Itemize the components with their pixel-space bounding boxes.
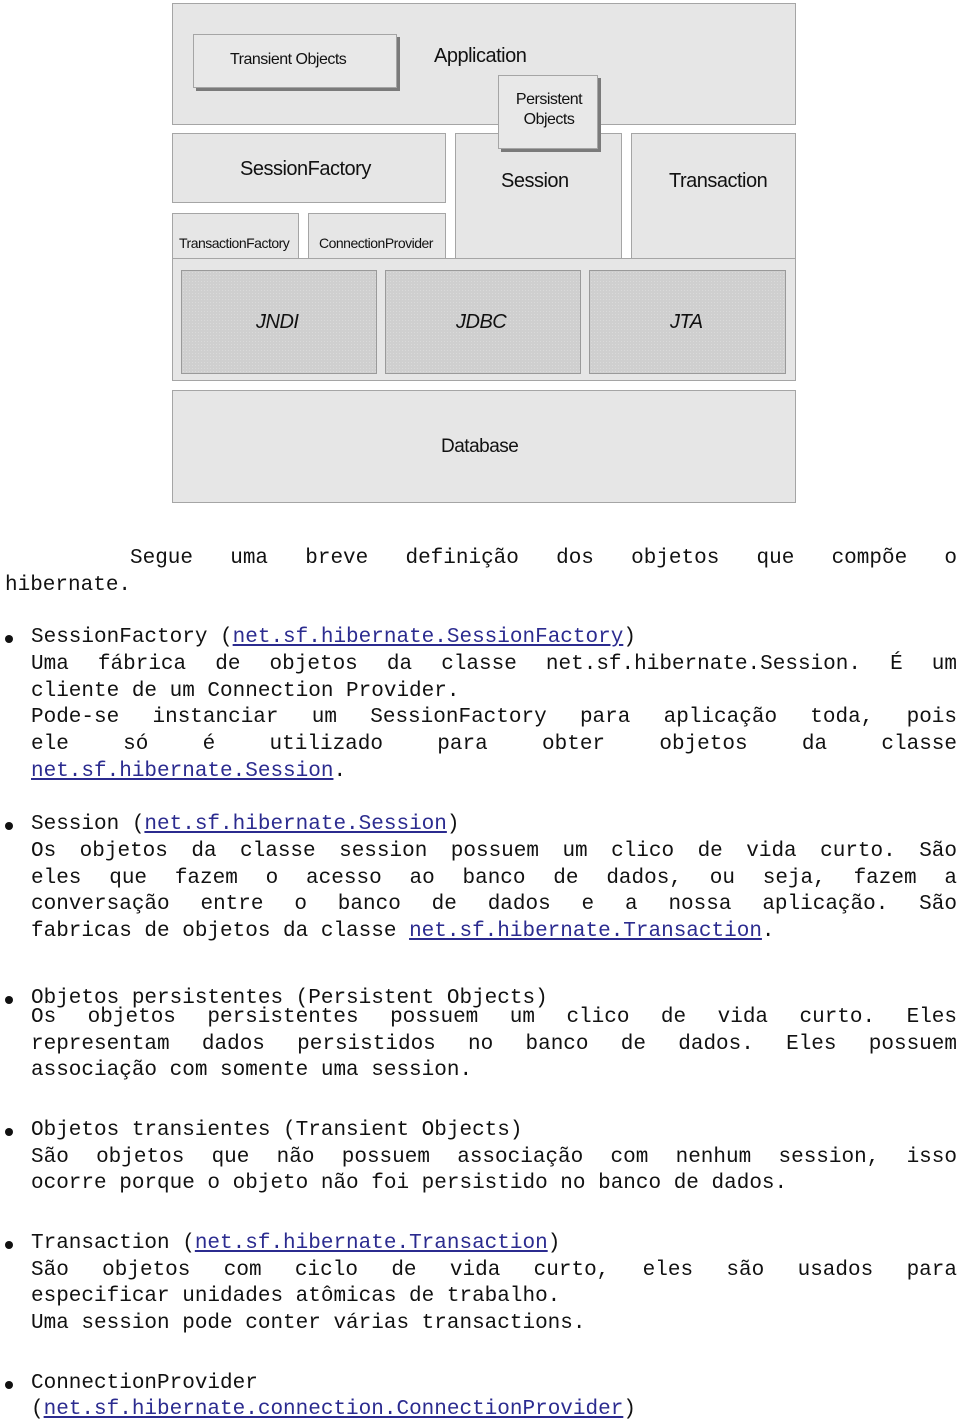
transaction-factory-label: TransactionFactory xyxy=(179,235,290,251)
database-box: Database xyxy=(172,390,796,503)
text-line: ocorre porque o objeto não foi persistid… xyxy=(31,1172,788,1195)
session-factory-box: SessionFactory xyxy=(172,133,446,203)
intro-paragraph-line-2: hibernate. xyxy=(5,574,132,597)
text-line: representam dados persistidos no banco d… xyxy=(31,1033,957,1056)
link-transaction[interactable]: net.sf.hibernate.Transaction xyxy=(195,1232,548,1255)
session-box: Session xyxy=(455,133,622,275)
bullet-icon xyxy=(5,1241,13,1249)
jdbc-box: JDBC xyxy=(385,270,581,374)
intro-paragraph-line-1: Segue uma breve definição dos objetos qu… xyxy=(130,547,957,570)
text-line: São objetos que não possuem associação c… xyxy=(31,1146,957,1169)
database-label: Database xyxy=(441,436,519,457)
text-line: Os objetos persistentes possuem um clico… xyxy=(31,1006,957,1029)
text-line: conversação entre o banco de dados e a n… xyxy=(31,893,957,916)
link-transaction[interactable]: net.sf.hibernate.Transaction xyxy=(409,920,762,943)
title-text: Transaction ( xyxy=(31,1232,195,1255)
persistent-objects-label-1: Persistent xyxy=(515,91,583,108)
hibernate-architecture-diagram: Application Transient Objects SessionFac… xyxy=(172,3,796,503)
jta-box: JTA xyxy=(589,270,786,374)
section-title-session-factory: SessionFactory (net.sf.hibernate.Session… xyxy=(31,625,957,651)
period: . xyxy=(333,760,347,783)
transaction-label: Transaction xyxy=(669,170,768,192)
title-end: ) xyxy=(547,1232,561,1255)
text-line: ele só é utilizado para obter objetos da… xyxy=(31,733,957,756)
title-text: Session ( xyxy=(31,813,145,836)
text-line: Pode-se instanciar um SessionFactory par… xyxy=(31,706,957,729)
paren-open: ( xyxy=(31,1398,44,1421)
link-session[interactable]: net.sf.hibernate.Session xyxy=(144,813,446,836)
period: . xyxy=(761,920,775,943)
text-line: Uma fábrica de objetos da classe net.sf.… xyxy=(31,653,957,676)
text-line: associação com somente uma session. xyxy=(31,1059,473,1082)
jndi-label: JNDI xyxy=(256,311,299,333)
link-session-factory[interactable]: net.sf.hibernate.SessionFactory xyxy=(233,626,624,649)
bullet-icon xyxy=(5,1381,13,1389)
session-label: Session xyxy=(501,170,569,192)
text: fabricas de objetos da classe xyxy=(31,920,410,943)
text-line: especificar unidades atômicas de trabalh… xyxy=(31,1285,561,1308)
bullet-icon xyxy=(5,822,13,830)
java-api-layer: JNDI JDBC JTA xyxy=(172,258,796,381)
section-title-connection-provider: ConnectionProvider xyxy=(31,1372,258,1395)
title-end: ) xyxy=(446,813,460,836)
persistent-objects-label-2: Objects xyxy=(523,111,575,128)
text-line: fabricas de objetos da classe net.sf.hib… xyxy=(31,919,957,945)
link-connection-provider[interactable]: net.sf.hibernate.connection.ConnectionPr… xyxy=(44,1398,624,1421)
transient-objects-box: Transient Objects xyxy=(193,34,397,88)
paren-close: ) xyxy=(623,1398,636,1421)
section-title-transient-objects: Objetos transientes (Transient Objects) xyxy=(31,1119,523,1142)
application-label: Application xyxy=(434,45,527,67)
bullet-icon xyxy=(5,1128,13,1136)
title-end: ) xyxy=(623,626,636,649)
text-line: cliente de um Connection Provider. xyxy=(31,680,460,703)
section-title-transaction: Transaction (net.sf.hibernate.Transactio… xyxy=(31,1231,957,1257)
jta-label: JTA xyxy=(670,311,703,333)
text-line: Os objetos da classe session possuem um … xyxy=(31,840,957,863)
text-line: eles que fazem o acesso ao banco de dado… xyxy=(31,867,957,890)
session-factory-label: SessionFactory xyxy=(240,158,371,180)
text-line: net.sf.hibernate.Session. xyxy=(31,759,957,785)
connection-provider-label: ConnectionProvider xyxy=(319,235,433,251)
link-session[interactable]: net.sf.hibernate.Session xyxy=(31,760,333,783)
jndi-box: JNDI xyxy=(181,270,377,374)
section-title-session: Session (net.sf.hibernate.Session) xyxy=(31,812,957,838)
text-line: (net.sf.hibernate.connection.ConnectionP… xyxy=(31,1397,957,1423)
jdbc-label: JDBC xyxy=(456,311,507,333)
transaction-box: Transaction xyxy=(631,133,796,275)
title-text: SessionFactory ( xyxy=(31,626,233,649)
text-line: Uma session pode conter várias transacti… xyxy=(31,1312,586,1335)
text-line: São objetos com ciclo de vida curto, ele… xyxy=(31,1259,957,1282)
bullet-icon xyxy=(5,635,13,643)
bullet-icon xyxy=(5,996,13,1004)
persistent-objects-box: Persistent Objects xyxy=(498,75,598,149)
transient-objects-label: Transient Objects xyxy=(230,51,347,68)
